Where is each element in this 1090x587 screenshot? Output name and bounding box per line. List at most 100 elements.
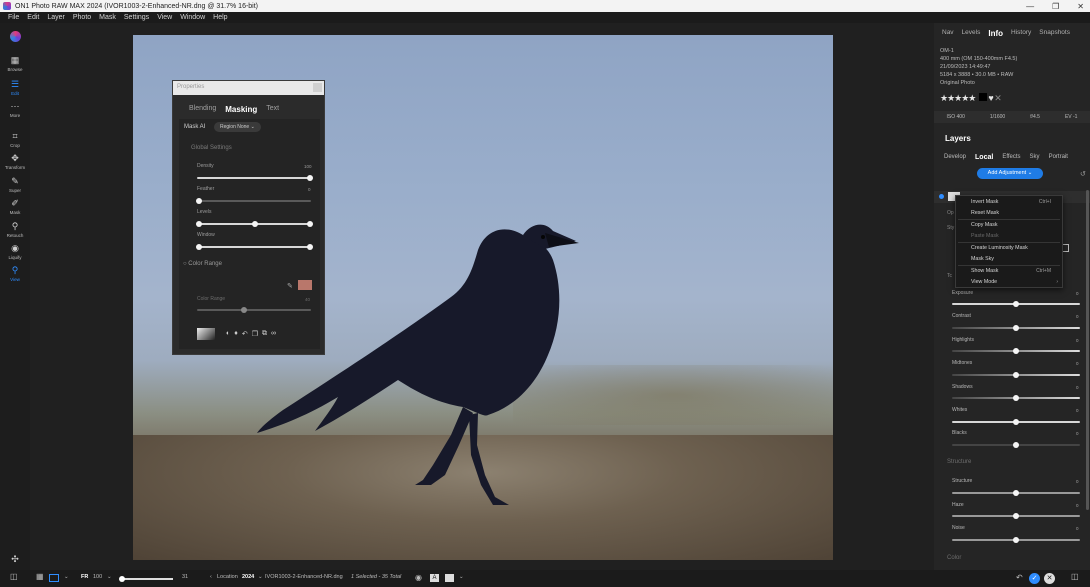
- window-slider[interactable]: [197, 246, 311, 248]
- menu-item-view-mode[interactable]: View Mode: [971, 279, 997, 285]
- single-view-icon[interactable]: [49, 574, 59, 582]
- location-folder[interactable]: 2024: [242, 574, 254, 580]
- midtones-handle[interactable]: [1013, 372, 1019, 378]
- undo-icon[interactable]: ↶: [1016, 573, 1023, 582]
- tool-liquify[interactable]: ◉ Liquify: [0, 244, 30, 261]
- undo-icon[interactable]: ↶: [242, 330, 248, 338]
- tool-edit[interactable]: ☰ Edit: [0, 80, 30, 97]
- noise-handle[interactable]: [1013, 537, 1019, 543]
- menu-window[interactable]: Window: [176, 14, 209, 21]
- tab-develop[interactable]: Develop: [944, 154, 966, 161]
- feather-slider-handle[interactable]: [196, 198, 202, 204]
- menu-settings[interactable]: Settings: [120, 14, 153, 21]
- exposure-handle[interactable]: [1013, 301, 1019, 307]
- structure-section-heading[interactable]: Structure: [947, 459, 971, 465]
- cancel-button[interactable]: ✕: [1044, 573, 1055, 584]
- tab-portrait[interactable]: Portrait: [1049, 154, 1068, 161]
- layers-icon[interactable]: ⧉: [262, 330, 267, 338]
- tool-transform[interactable]: ✥ Transform: [0, 154, 30, 171]
- haze-handle[interactable]: [1013, 513, 1019, 519]
- tab-effects[interactable]: Effects: [1002, 154, 1020, 161]
- menu-edit[interactable]: Edit: [23, 14, 43, 21]
- tab-history[interactable]: History: [1011, 29, 1031, 38]
- tab-levels[interactable]: Levels: [962, 29, 981, 38]
- menu-item-copy-mask[interactable]: Copy Mask: [971, 222, 998, 228]
- menu-item-reset-mask[interactable]: Reset Mask: [971, 210, 999, 216]
- menu-item-show-mask[interactable]: Show Mask: [971, 268, 998, 274]
- copy-icon[interactable]: ❐: [252, 330, 258, 338]
- chevron-down-icon[interactable]: ⌄: [459, 574, 464, 580]
- eye-icon[interactable]: ◉: [415, 573, 422, 582]
- maximize-button[interactable]: ❐: [1052, 2, 1059, 11]
- close-panel-button[interactable]: [313, 83, 322, 92]
- grid-view-icon[interactable]: ▦: [36, 572, 44, 581]
- feather-slider[interactable]: [197, 200, 311, 202]
- tool-browse[interactable]: ▦ Browse: [0, 56, 30, 73]
- checkbox[interactable]: [1062, 244, 1069, 252]
- color-range-swatch[interactable]: [298, 280, 312, 290]
- color-range-toggle[interactable]: ○ Color Range: [183, 261, 222, 267]
- structure-handle[interactable]: [1013, 490, 1019, 496]
- zoom-slider-handle[interactable]: [119, 576, 125, 582]
- zoom-slider[interactable]: [121, 578, 173, 580]
- menu-mask[interactable]: Mask: [95, 14, 120, 21]
- preview-icon[interactable]: [445, 574, 454, 582]
- region-dropdown[interactable]: Region None ⌄: [214, 122, 261, 132]
- blacks-handle[interactable]: [1013, 442, 1019, 448]
- tab-snapshots[interactable]: Snapshots: [1039, 29, 1070, 38]
- density-slider-handle[interactable]: [307, 175, 313, 181]
- reject-icon[interactable]: ✕: [994, 93, 1001, 103]
- tab-text[interactable]: Text: [266, 105, 279, 114]
- eyedropper-icon[interactable]: ✎: [287, 282, 293, 290]
- density-slider[interactable]: [197, 177, 311, 179]
- window-low-handle[interactable]: [196, 244, 202, 250]
- shadows-handle[interactable]: [1013, 395, 1019, 401]
- contrast-handle[interactable]: [1013, 325, 1019, 331]
- extras-button[interactable]: ✣: [0, 555, 30, 566]
- tab-blending[interactable]: Blending: [189, 105, 216, 114]
- levels-white-handle[interactable]: [307, 221, 313, 227]
- chevron-down-icon[interactable]: ⌄: [107, 574, 112, 580]
- menu-view[interactable]: View: [153, 14, 176, 21]
- menu-photo[interactable]: Photo: [69, 14, 95, 21]
- close-window-button[interactable]: ✕: [1077, 2, 1084, 11]
- menu-file[interactable]: File: [4, 14, 23, 21]
- right-panel-scrollbar[interactable]: [1086, 190, 1089, 510]
- minimize-button[interactable]: —: [1026, 2, 1034, 11]
- link-icon[interactable]: ∞: [271, 330, 276, 338]
- star-rating[interactable]: ★★★★★ ♥ ✕: [940, 93, 1002, 104]
- tool-view[interactable]: ⚲ View: [0, 266, 30, 283]
- tab-info[interactable]: Info: [988, 29, 1003, 38]
- chevron-down-icon[interactable]: ⌄: [64, 574, 69, 580]
- highlights-handle[interactable]: [1013, 348, 1019, 354]
- reset-icon[interactable]: ↺: [1080, 170, 1086, 178]
- add-adjustment-button[interactable]: Add Adjustment ⌄: [977, 168, 1043, 179]
- back-chevron-icon[interactable]: ‹: [210, 574, 212, 580]
- menu-help[interactable]: Help: [209, 14, 231, 21]
- levels-black-handle[interactable]: [196, 221, 202, 227]
- color-label-icon[interactable]: [978, 93, 987, 101]
- color-range-slider[interactable]: [197, 309, 311, 311]
- menu-item-mask-sky[interactable]: Mask Sky: [971, 256, 994, 262]
- tab-sky[interactable]: Sky: [1030, 154, 1040, 161]
- visibility-icon[interactable]: [939, 194, 944, 199]
- whites-handle[interactable]: [1013, 419, 1019, 425]
- tool-mask[interactable]: ✐ Mask: [0, 199, 30, 216]
- menu-layer[interactable]: Layer: [43, 14, 69, 21]
- chevron-down-icon[interactable]: ⌄: [258, 574, 263, 580]
- tab-nav[interactable]: Nav: [942, 29, 954, 38]
- compare-icon[interactable]: A: [430, 574, 439, 582]
- menu-item-invert-mask[interactable]: Invert Mask: [971, 199, 998, 205]
- tool-crop[interactable]: ⌗ Crop: [0, 132, 30, 149]
- invert-icon[interactable]: ◐: [226, 330, 230, 338]
- apply-button[interactable]: ✓: [1029, 573, 1040, 584]
- levels-mid-handle[interactable]: [252, 221, 258, 227]
- menu-item-create-luminosity-mask[interactable]: Create Luminosity Mask: [971, 245, 1028, 251]
- color-range-handle[interactable]: [241, 307, 247, 313]
- lightbulb-icon[interactable]: ♦: [234, 330, 238, 338]
- color-section-heading[interactable]: Color: [947, 555, 961, 561]
- panel-toggle-right-icon[interactable]: ◫: [1071, 572, 1079, 581]
- tab-masking[interactable]: Masking: [225, 105, 257, 114]
- tool-super[interactable]: ✎ Super: [0, 177, 30, 194]
- heart-icon[interactable]: ♥: [988, 93, 993, 103]
